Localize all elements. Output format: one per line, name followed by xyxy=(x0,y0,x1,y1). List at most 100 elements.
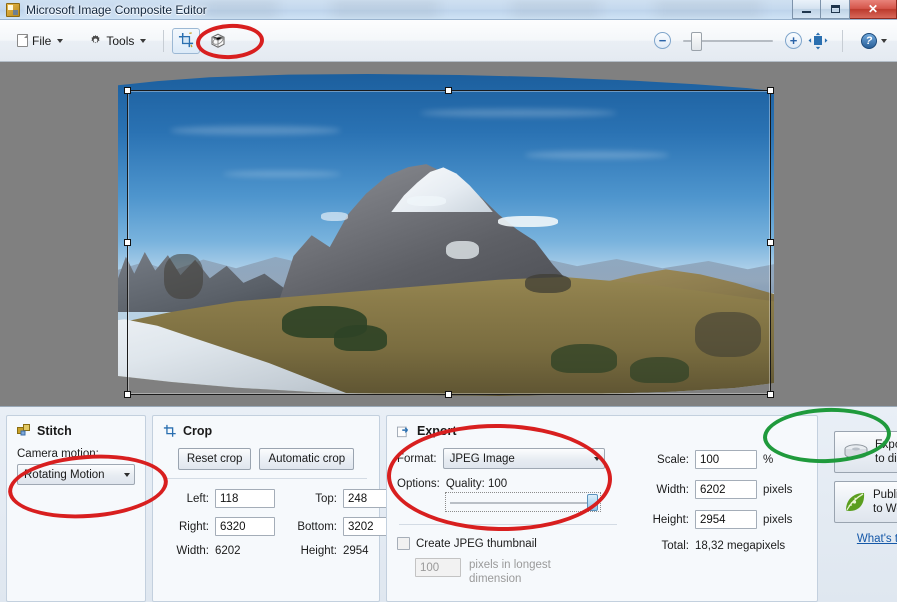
fit-to-window-icon[interactable] xyxy=(808,32,828,50)
stitch-panel: Stitch Camera motion: Rotating Motion xyxy=(6,415,146,602)
thumbnail-size-input[interactable]: 100 xyxy=(415,558,461,577)
automatic-crop-button[interactable]: Automatic crop xyxy=(259,448,355,470)
options-label: Options: xyxy=(397,478,440,490)
export-divider xyxy=(399,524,617,525)
export-width-input[interactable]: 6202 xyxy=(695,480,757,499)
export-height-unit: pixels xyxy=(763,513,793,526)
scale-input[interactable]: 100 xyxy=(695,450,757,469)
window-title: Microsoft Image Composite Editor xyxy=(26,3,207,17)
gear-icon xyxy=(89,34,102,47)
export-to-disk-line2: to disk... xyxy=(875,453,897,465)
publish-to-web-line1: Publish xyxy=(873,489,897,501)
publish-to-web-label: Publish to Web... xyxy=(873,488,897,516)
chevron-down-icon xyxy=(593,456,600,461)
chevron-down-icon xyxy=(57,38,64,43)
export-panel: Export Format: JPEG Image Options: Quali… xyxy=(386,415,818,602)
crop-height-label: Height: xyxy=(300,545,337,557)
stitch-panel-title: Stitch xyxy=(37,424,72,438)
camera-motion-label: Camera motion: xyxy=(17,448,99,460)
total-value: 18,32 megapixels xyxy=(695,540,786,552)
export-to-disk-button[interactable]: Export to disk... xyxy=(834,431,897,473)
create-jpeg-thumbnail-checkbox[interactable] xyxy=(397,537,410,550)
export-panel-title: Export xyxy=(417,424,457,438)
crop-icon xyxy=(178,32,193,48)
maximize-button[interactable] xyxy=(821,0,850,19)
total-label: Total: xyxy=(661,540,690,552)
publish-to-web-button[interactable]: Publish to Web... xyxy=(834,481,897,523)
crop-tool-button[interactable] xyxy=(172,27,201,54)
orientation-tool-button[interactable] xyxy=(204,28,232,54)
zoom-slider[interactable] xyxy=(683,31,773,51)
crop-fields-grid: Left: 118 Top: 248 Right: 6320 Bottom: 3… xyxy=(163,489,403,557)
minimize-icon xyxy=(802,10,811,13)
quality-label: Quality: 100 xyxy=(445,478,508,490)
export-left-column: Format: JPEG Image Options: Quality: 100 xyxy=(397,448,619,586)
crop-handle-bottom-left[interactable] xyxy=(124,391,131,398)
bottom-panel-bar: Stitch Camera motion: Rotating Motion Cr… xyxy=(0,406,897,602)
export-right-column: Scale: 100 % Width: 6202 pixels Height: … xyxy=(637,448,807,586)
quality-slider-thumb[interactable] xyxy=(587,494,598,511)
crop-panel: Crop Reset crop Automatic crop Left: 118… xyxy=(152,415,403,602)
window-controls: ✕ xyxy=(792,0,897,19)
tools-menu-label: Tools xyxy=(106,33,135,48)
crop-right-label: Right: xyxy=(178,520,209,533)
title-bar: Microsoft Image Composite Editor ✕ xyxy=(0,0,897,20)
stitch-panel-header: Stitch xyxy=(17,424,135,438)
document-icon xyxy=(17,34,28,47)
scale-label: Scale: xyxy=(657,453,689,466)
crop-width-value: 6202 xyxy=(215,545,241,557)
close-button[interactable]: ✕ xyxy=(850,0,897,19)
image-canvas[interactable] xyxy=(0,62,897,406)
quality-slider-track xyxy=(450,502,596,504)
format-row: Format: JPEG Image xyxy=(397,448,619,469)
app-icon xyxy=(6,3,20,17)
crop-left-input[interactable]: 118 xyxy=(215,489,275,508)
actions-panel: Export to disk... Publish to Web... What… xyxy=(824,415,897,602)
chevron-down-icon xyxy=(881,38,887,43)
crop-width-label: Width: xyxy=(176,545,209,557)
publish-to-web-line2: to Web... xyxy=(873,503,897,515)
format-select[interactable]: JPEG Image xyxy=(442,448,605,469)
toolbar-separator xyxy=(163,29,165,52)
quality-slider[interactable] xyxy=(445,492,601,512)
help-button[interactable]: ? xyxy=(861,32,887,49)
export-icon xyxy=(397,426,408,438)
thumbnail-checkbox-row[interactable]: Create JPEG thumbnail xyxy=(397,537,619,550)
disk-drive-icon xyxy=(844,444,868,459)
camera-motion-select[interactable]: Rotating Motion xyxy=(17,464,135,485)
whats-this-link[interactable]: What's this? xyxy=(857,533,897,545)
crop-panel-header: Crop xyxy=(163,424,369,438)
toolbar: File Tools − + ? xyxy=(0,20,897,62)
cube-3d-icon xyxy=(211,33,225,48)
zoom-in-label: + xyxy=(789,33,798,48)
restore-icon xyxy=(830,5,840,13)
reset-crop-button[interactable]: Reset crop xyxy=(177,448,252,470)
export-height-label: Height: xyxy=(652,513,689,526)
crop-bottom-label: Bottom: xyxy=(297,520,337,533)
crop-icon xyxy=(163,424,176,437)
thumbnail-hint-line1: pixels in longest xyxy=(469,559,551,571)
export-to-disk-line1: Export xyxy=(875,439,897,451)
application-window: Microsoft Image Composite Editor ✕ File xyxy=(0,0,897,602)
zoom-out-button[interactable]: − xyxy=(654,32,671,49)
crop-right-input[interactable]: 6320 xyxy=(215,517,275,536)
zoom-slider-thumb[interactable] xyxy=(691,31,702,51)
zoom-in-button[interactable]: + xyxy=(785,32,802,49)
format-label: Format: xyxy=(397,452,437,465)
crop-left-label: Left: xyxy=(186,492,209,505)
file-menu-button[interactable]: File xyxy=(8,30,72,52)
leaf-icon xyxy=(846,493,865,511)
chevron-down-icon xyxy=(124,472,130,477)
export-panel-header: Export xyxy=(397,424,807,438)
export-output-grid: Scale: 100 % Width: 6202 pixels Height: … xyxy=(637,450,807,552)
thumbnail-size-row: 100 pixels in longest dimension xyxy=(415,558,619,586)
export-width-unit: pixels xyxy=(763,483,793,496)
scale-unit: % xyxy=(763,453,774,466)
export-height-input[interactable]: 2954 xyxy=(695,510,757,529)
tools-menu-button[interactable]: Tools xyxy=(80,30,155,52)
minimize-button[interactable] xyxy=(792,0,821,19)
panorama-container[interactable] xyxy=(118,74,774,398)
thumbnail-hint: pixels in longest dimension xyxy=(469,558,551,586)
crop-handle-bottom-right[interactable] xyxy=(767,391,774,398)
export-to-disk-label: Export to disk... xyxy=(875,438,897,466)
